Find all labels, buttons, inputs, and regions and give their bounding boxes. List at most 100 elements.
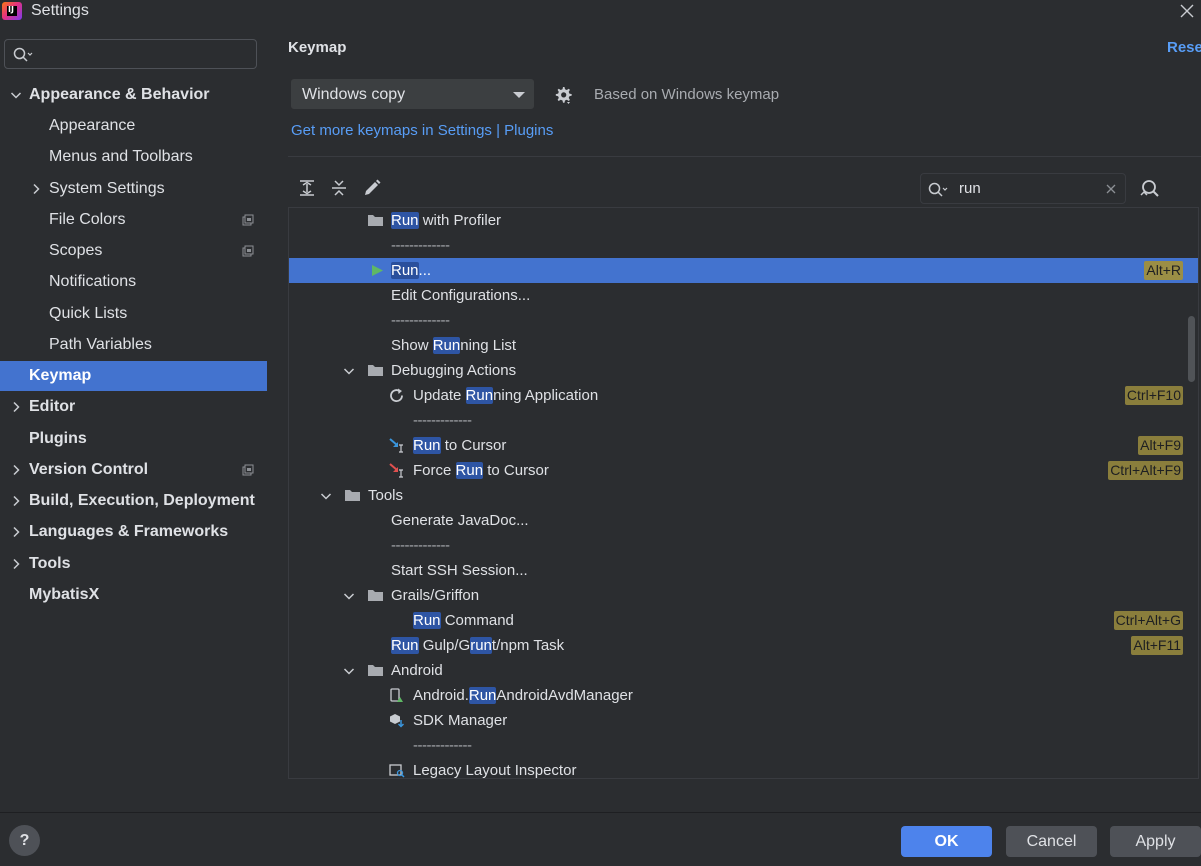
tree-row-label: Tools (368, 487, 404, 504)
tree-row-label: Android (391, 662, 443, 679)
settings-search-field[interactable] (4, 39, 257, 69)
ok-button[interactable]: OK (901, 826, 992, 857)
tree-row[interactable]: SDK Manager (289, 708, 1198, 733)
separator-text: ------------- (391, 537, 450, 554)
tree-row[interactable]: Run Command Ctrl+Alt+G (289, 608, 1198, 633)
divider (288, 156, 1201, 157)
tree-row[interactable]: Start SSH Session... (289, 558, 1198, 583)
chevron-right-icon (13, 495, 20, 507)
collapse-all-icon[interactable] (329, 178, 349, 198)
sidebar-item-quick-lists[interactable]: Quick Lists (0, 299, 267, 329)
chevron-down-icon (343, 368, 355, 375)
tree-row[interactable]: Generate JavaDoc... (289, 508, 1198, 533)
separator-text: ------------- (391, 312, 450, 329)
tree-row-label: Run Command (413, 612, 514, 629)
folder-icon (368, 365, 383, 376)
folder-icon (368, 590, 383, 601)
gear-icon[interactable] (553, 85, 573, 105)
close-icon[interactable] (1106, 184, 1116, 194)
tree-row[interactable]: Run to Cursor Alt+F9 (289, 433, 1198, 458)
sidebar-item-label: Notifications (49, 273, 137, 290)
tree-row[interactable]: Android.RunAndroidAvdManager (289, 683, 1198, 708)
tree-row-label: Force Run to Cursor (413, 462, 549, 479)
sidebar-item-label: System Settings (49, 180, 165, 197)
chevron-right-icon (13, 558, 20, 570)
sidebar-item-path-variables[interactable]: Path Variables (0, 330, 267, 360)
intellij-logo-icon: IJ (2, 2, 22, 20)
settings-search-input[interactable] (37, 44, 247, 64)
sidebar-item-label: Path Variables (49, 336, 152, 353)
tree-row-separator: ------------- (289, 733, 1198, 758)
sidebar-item-appearance[interactable]: Appearance (0, 111, 267, 141)
tree-row-group[interactable]: Debugging Actions (289, 358, 1198, 383)
folder-icon (368, 215, 383, 226)
tree-row[interactable]: Run Gulp/Grunt/npm Task Alt+F11 (289, 633, 1198, 658)
tree-row[interactable]: Edit Configurations... (289, 283, 1198, 308)
footer-divider (0, 812, 1201, 813)
tree-row-label: SDK Manager (413, 712, 508, 729)
sidebar-item-appearance-behavior[interactable]: Appearance & Behavior (0, 80, 267, 110)
keymap-filter-field[interactable]: run (920, 173, 1126, 204)
sidebar-item-label: Appearance (49, 117, 136, 134)
sidebar-item-label: File Colors (49, 211, 126, 228)
project-scope-icon (242, 464, 254, 476)
tree-row[interactable]: Legacy Layout Inspector (289, 758, 1198, 778)
sidebar-item-tools[interactable]: Tools (0, 549, 267, 579)
logo-text: IJ (8, 5, 14, 14)
run-to-cursor-icon (389, 438, 403, 453)
keymap-panel: Keymap Reset Windows copy Based on Windo… (288, 30, 1201, 810)
get-more-keymaps-link[interactable]: Get more keymaps in Settings | Plugins (291, 122, 553, 139)
sidebar-item-menus-toolbars[interactable]: Menus and Toolbars (0, 142, 267, 172)
based-on-text: Based on Windows keymap (594, 86, 780, 103)
tree-row[interactable]: Run with Profiler (289, 208, 1198, 233)
sidebar-item-plugins[interactable]: Plugins (0, 424, 267, 454)
search-icon (13, 47, 33, 62)
keymap-dropdown[interactable]: Windows copy (291, 79, 534, 109)
help-button[interactable]: ? (9, 825, 40, 856)
tree-row-group[interactable]: Android (289, 658, 1198, 683)
expand-all-icon[interactable] (297, 178, 317, 198)
page-title: Keymap (288, 39, 347, 56)
sidebar-item-scopes[interactable]: Scopes (0, 236, 267, 266)
tree-row[interactable]: Force Run to Cursor Ctrl+Alt+F9 (289, 458, 1198, 483)
tree-row-separator: ------------- (289, 408, 1198, 433)
close-button[interactable] (1173, 0, 1201, 22)
tree-row-separator: ------------- (289, 233, 1198, 258)
sidebar-item-editor[interactable]: Editor (0, 392, 267, 422)
separator-text: ------------- (413, 737, 472, 754)
tree-scrollbar[interactable] (1188, 316, 1195, 382)
separator-text: ------------- (391, 237, 450, 254)
sidebar-item-system-settings[interactable]: System Settings (0, 174, 267, 204)
sidebar-item-build-execution-deployment[interactable]: Build, Execution, Deployment (0, 486, 267, 516)
shortcut-badge: Alt+R (1144, 261, 1183, 280)
sidebar-item-version-control[interactable]: Version Control (0, 455, 267, 485)
edit-icon[interactable] (362, 178, 382, 198)
tree-row-label: Start SSH Session... (391, 562, 528, 579)
keymap-dropdown-value: Windows copy (302, 86, 406, 103)
tree-row-group[interactable]: Tools (289, 483, 1198, 508)
tree-row-label: Run Gulp/Grunt/npm Task (391, 637, 565, 654)
folder-icon (345, 490, 360, 501)
find-shortcut-icon[interactable] (1138, 178, 1160, 200)
settings-sidebar: Appearance & Behavior Appearance Menus a… (0, 30, 268, 810)
tree-row[interactable]: Show Running List (289, 333, 1198, 358)
tree-row[interactable]: Update Running Application Ctrl+F10 (289, 383, 1198, 408)
sidebar-item-notifications[interactable]: Notifications (0, 267, 267, 297)
tree-row-group[interactable]: Grails/Griffon (289, 583, 1198, 608)
sidebar-item-languages-frameworks[interactable]: Languages & Frameworks (0, 517, 267, 547)
chevron-down-icon (343, 668, 355, 675)
sidebar-item-label: Plugins (29, 430, 87, 447)
apply-button[interactable]: Apply (1110, 826, 1201, 857)
sidebar-item-label: Appearance & Behavior (29, 86, 210, 103)
sidebar-item-mybatisx[interactable]: MybatisX (0, 580, 267, 610)
sidebar-item-keymap[interactable]: Keymap (0, 361, 267, 391)
tree-row-selected[interactable]: Run... Alt+R (289, 258, 1198, 283)
sidebar-item-label: Tools (29, 555, 71, 572)
keymap-actions-tree[interactable]: Run with Profiler ------------- Run... A… (288, 207, 1199, 779)
reset-link[interactable]: Reset (1167, 39, 1201, 56)
project-scope-icon (242, 245, 254, 257)
sidebar-item-file-colors[interactable]: File Colors (0, 205, 267, 235)
tree-row-label: Debugging Actions (391, 362, 517, 379)
cancel-button[interactable]: Cancel (1006, 826, 1097, 857)
shortcut-badge: Alt+F11 (1131, 636, 1183, 655)
